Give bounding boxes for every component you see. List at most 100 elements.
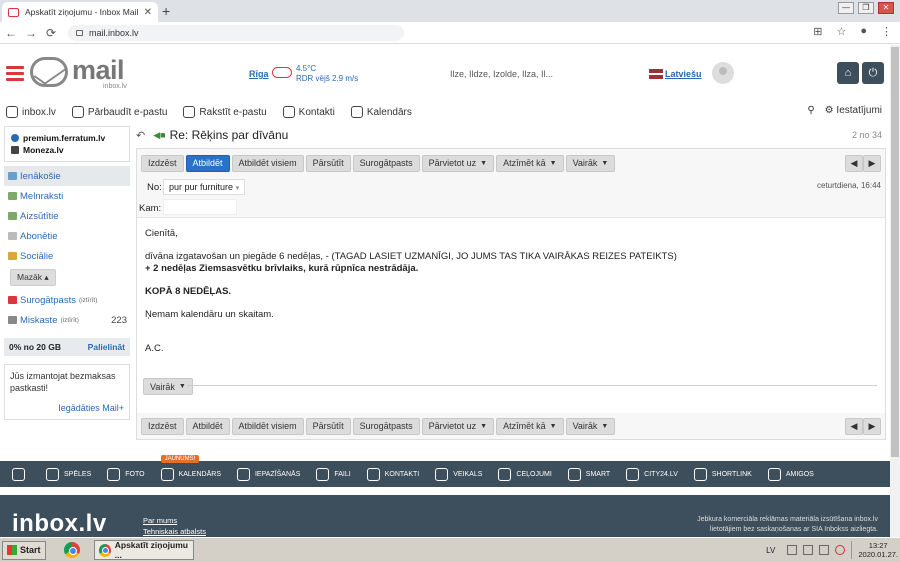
more-dropdown[interactable]: Vairāk ▼ [565, 154, 616, 172]
spam-button[interactable]: Surogātpasts [352, 154, 420, 172]
folder-sent[interactable]: Aizsūtītie [4, 206, 130, 226]
reload-button[interactable]: ⟳ [42, 26, 60, 40]
nav-shortlink[interactable]: SHORTLINK [693, 467, 752, 481]
mail-logo-icon[interactable] [30, 57, 68, 87]
nav-home[interactable] [12, 467, 30, 481]
maximize-button[interactable]: ❐ [858, 2, 874, 14]
settings-link[interactable]: ⚙ Iestatījumi [825, 105, 882, 116]
tab-close-icon[interactable]: ✕ [144, 7, 152, 18]
nav-city24[interactable]: CITY24.LV [626, 467, 678, 481]
folder-social[interactable]: Sociālie [4, 246, 130, 266]
nav-calendar[interactable]: JAUNUMS! KALENDĀRS [160, 454, 221, 481]
nav-dating[interactable]: IEPAZĪŠANĀS [236, 467, 300, 481]
next-message-button[interactable]: ▶ [863, 154, 881, 172]
url-input[interactable]: mail.inbox.lv [68, 24, 404, 41]
power-button[interactable]: ⏻ [862, 62, 884, 84]
search-icon[interactable]: ⚲ [807, 105, 814, 116]
mark-as-dropdown-bottom[interactable]: Atzīmēt kā ▼ [496, 417, 564, 435]
browser-menu-icon[interactable]: ⋮ [881, 25, 892, 38]
show-more-dropdown[interactable]: Vairāk ▼ [143, 378, 193, 395]
forward-button-bottom[interactable]: Pārsūtīt [305, 417, 351, 435]
move-to-dropdown-bottom[interactable]: Pārvietot uz ▼ [421, 417, 495, 435]
home-button[interactable]: ⌂ [837, 62, 859, 84]
compose-link[interactable]: Rakstīt e-pastu [183, 106, 267, 118]
folder-trash[interactable]: Miskaste (iztīrīt) 223 [4, 310, 130, 330]
folder-inbox[interactable]: Ienākošie [4, 166, 130, 186]
trash-icon [8, 316, 17, 324]
prev-message-button-bottom[interactable]: ◀ [845, 417, 863, 435]
chrome-quicklaunch-icon[interactable] [63, 542, 80, 558]
logo-text[interactable]: mail [72, 55, 125, 86]
start-button[interactable]: Start [2, 540, 46, 560]
scrollbar-thumb[interactable] [891, 47, 899, 457]
caret-down-icon: ▾ [235, 185, 240, 192]
service-link-ferratum[interactable]: premium.ferratum.lv [11, 133, 123, 143]
forward-button[interactable]: Pārsūtīt [305, 154, 351, 172]
weather-city-link[interactable]: Rīga [249, 69, 269, 79]
back-button[interactable]: ← [2, 26, 20, 40]
folder-spam[interactable]: Surogātpasts (iztīrīt) [4, 290, 130, 310]
nav-contacts[interactable]: KONTAKTI [366, 467, 419, 481]
nav-photo[interactable]: FOTO [107, 467, 145, 481]
refresh-icon [71, 106, 84, 118]
prev-message-button[interactable]: ◀ [845, 154, 863, 172]
back-arrow-icon[interactable]: ↶ [136, 129, 145, 142]
latvia-flag-icon [649, 69, 663, 79]
nav-smart[interactable]: SMART [567, 467, 610, 481]
flag-icon[interactable] [803, 545, 814, 555]
upgrade-link[interactable]: Palielināt [88, 342, 125, 352]
contacts-link[interactable]: Kontakti [282, 106, 335, 118]
reply-button-bottom[interactable]: Atbildēt [185, 417, 230, 435]
delete-button[interactable]: Izdzēst [141, 154, 184, 172]
folder-subscriptions[interactable]: Abonētie [4, 226, 130, 246]
mark-as-dropdown[interactable]: Atzīmēt kā ▼ [496, 154, 564, 172]
forward-button[interactable]: → [22, 26, 40, 40]
browser-tab[interactable]: Apskatīt ziņojumu - Inbox Mail ✕ [2, 2, 158, 22]
folder-drafts[interactable]: Melnraksti [4, 186, 130, 206]
message-counter: 2 no 34 [851, 130, 882, 140]
nav-games[interactable]: SPĒLES [46, 467, 91, 481]
speaker-icon[interactable] [819, 545, 830, 555]
new-tab-button[interactable]: + [162, 3, 170, 19]
taskbar-chrome-window[interactable]: Apskatīt ziņojumu ... [93, 540, 194, 560]
promo-text: Jūs izmantojat bezmaksas pastkasti! [10, 371, 116, 393]
delete-button-bottom[interactable]: Izdzēst [141, 417, 184, 435]
calendar-link[interactable]: Kalendārs [350, 106, 412, 118]
nav-amigos[interactable]: AMIGOS [767, 467, 814, 481]
security-icon[interactable] [835, 545, 846, 555]
reply-all-button[interactable]: Atbildēt visiem [231, 154, 304, 172]
avatar[interactable] [712, 62, 734, 84]
service-link-moneza[interactable]: Moneza.lv [11, 145, 123, 155]
more-dropdown-bottom[interactable]: Vairāk ▼ [565, 417, 616, 435]
clock[interactable]: 13:27 2020.01.27. [851, 541, 898, 559]
language-link[interactable]: Latviešu [665, 69, 702, 79]
clean-trash-link[interactable]: (iztīrīt) [60, 317, 78, 324]
reply-all-button-bottom[interactable]: Atbildēt visiem [231, 417, 304, 435]
clean-spam-link[interactable]: (iztīrīt) [79, 297, 97, 304]
move-to-dropdown[interactable]: Pārvietot uz ▼ [421, 154, 495, 172]
bookmark-star-icon[interactable]: ☆ [836, 25, 846, 38]
support-link[interactable]: Tehniskais atbalsts [143, 526, 206, 537]
inbox-link[interactable]: inbox.lv [6, 106, 56, 118]
menu-icon[interactable] [6, 66, 24, 84]
translate-icon[interactable]: ⊞ [813, 25, 822, 38]
nav-shop[interactable]: VEIKALS [435, 467, 482, 481]
nav-files[interactable]: FAILI [316, 467, 351, 481]
buy-mail-plus-link[interactable]: Iegādāties Mail+ [10, 402, 124, 414]
sender-dropdown[interactable]: pur pur furniture ▾ [163, 179, 246, 195]
signature: A.C. [145, 343, 164, 354]
nav-travel[interactable]: CEĻOJUMI [498, 467, 552, 481]
keyboard-language[interactable]: LV [766, 546, 775, 555]
reply-button[interactable]: Atbildēt [185, 154, 230, 172]
spam-button-bottom[interactable]: Surogātpasts [352, 417, 420, 435]
next-message-button-bottom[interactable]: ▶ [863, 417, 881, 435]
close-window-button[interactable]: ✕ [878, 2, 894, 14]
network-icon[interactable] [787, 545, 798, 555]
minimize-button[interactable]: — [838, 2, 854, 14]
footer-logo[interactable]: inbox.lv [12, 510, 107, 538]
about-link[interactable]: Par mums [143, 515, 206, 526]
show-less-button[interactable]: Mazāk ▴ [10, 269, 56, 286]
profile-icon[interactable]: ● [860, 25, 867, 38]
check-mail-link[interactable]: Pārbaudīt e-pastu [71, 106, 167, 118]
page-scrollbar[interactable] [890, 45, 900, 537]
